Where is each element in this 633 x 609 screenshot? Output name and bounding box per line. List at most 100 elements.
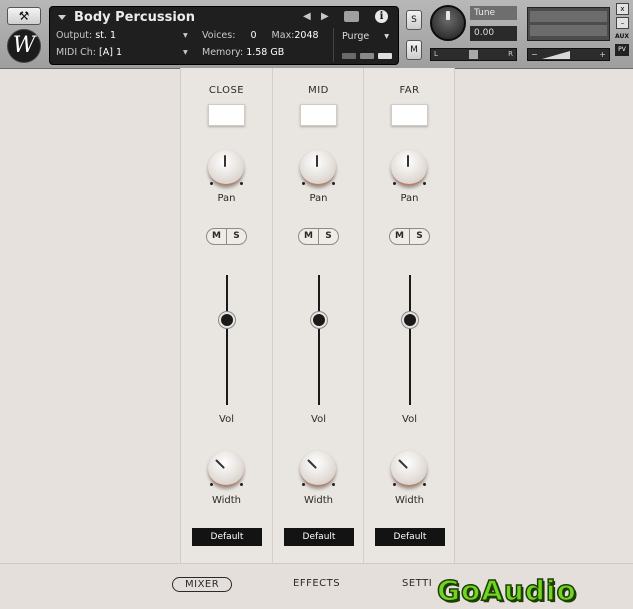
level-meter-right	[530, 25, 607, 36]
snapshot-camera-icon[interactable]	[344, 11, 359, 22]
collapse-arrow-icon[interactable]	[58, 15, 66, 20]
knob-min-dot	[302, 182, 305, 185]
tune-knob[interactable]	[430, 5, 466, 41]
knob-max-dot	[240, 483, 243, 486]
mute-solo-toggle: M S	[389, 228, 430, 245]
volume-fader-handle[interactable]	[221, 314, 233, 326]
instrument-volume-slider[interactable]: − +	[527, 48, 610, 61]
preset-selector[interactable]: Default	[192, 528, 262, 546]
volume-fader-handle[interactable]	[404, 314, 416, 326]
knob-max-dot	[332, 182, 335, 185]
channel-title: FAR	[399, 85, 420, 96]
minimize-button[interactable]: –	[616, 17, 629, 29]
mixer-channel-mid: MID Pan M S Vol Width Default	[272, 68, 364, 563]
midi-value: [A] 1	[99, 47, 123, 58]
output-dropdown-icon[interactable]: ▾	[183, 30, 188, 41]
midi-label: MIDI Ch:	[56, 47, 96, 58]
next-instrument-icon[interactable]: ▶	[321, 11, 329, 22]
width-label: Width	[394, 495, 425, 506]
pan-knob[interactable]	[391, 150, 427, 186]
info-icon[interactable]: i	[375, 10, 388, 23]
pan-label: Pan	[217, 193, 236, 204]
pan-knob[interactable]	[300, 150, 336, 186]
goaudio-watermark: GoAudio	[436, 574, 577, 607]
prev-instrument-icon[interactable]: ◀	[303, 11, 311, 22]
preset-selector[interactable]: Default	[284, 528, 354, 546]
pan-right-label: R	[508, 50, 513, 58]
width-knob[interactable]	[300, 451, 336, 487]
memory-label: Memory:	[202, 47, 244, 58]
preset-selector[interactable]: Default	[375, 528, 445, 546]
pan-knob[interactable]	[208, 150, 244, 186]
channel-mute-button[interactable]: M	[390, 229, 410, 244]
voices-label: Voices:	[202, 30, 236, 41]
knob-max-dot	[240, 182, 243, 185]
max-value[interactable]: 2048	[294, 30, 318, 41]
purge-label: Purge	[342, 31, 370, 42]
pan-slider-handle[interactable]	[469, 50, 478, 59]
solo-button[interactable]: S	[406, 10, 422, 30]
channel-title: CLOSE	[208, 85, 245, 96]
tab-mixer[interactable]: MIXER	[172, 577, 233, 592]
vol-minus-label: −	[531, 50, 538, 59]
instrument-info-panel: Body Percussion ◀ ▶ i Output: st. 1 ▾ MI…	[49, 6, 399, 65]
aux-button[interactable]: AUX	[615, 33, 629, 40]
purge-meter	[360, 53, 374, 59]
divider	[333, 28, 334, 62]
vol-label: Vol	[402, 414, 417, 425]
vol-plus-label: +	[599, 50, 606, 59]
instrument-name: Body Percussion	[74, 10, 195, 25]
output-label: Output:	[56, 30, 93, 41]
pan-label: Pan	[400, 193, 419, 204]
width-knob[interactable]	[208, 451, 244, 487]
volume-fader-track[interactable]	[409, 275, 411, 405]
purge-meter	[342, 53, 356, 59]
knob-max-dot	[332, 483, 335, 486]
level-meter	[527, 7, 610, 41]
wrench-icon[interactable]: ⚒	[7, 7, 41, 25]
purge-dropdown-icon: ▾	[384, 31, 390, 42]
volume-fader-handle[interactable]	[313, 314, 325, 326]
purge-button[interactable]: Purge ▾	[342, 31, 389, 42]
mixer-panel: CLOSE Pan M S Vol Width Default MID Pan …	[180, 68, 455, 563]
memory-value: 1.58 GB	[246, 47, 285, 58]
width-knob[interactable]	[391, 451, 427, 487]
knob-min-dot	[210, 483, 213, 486]
channel-name-field[interactable]	[300, 104, 337, 126]
midi-dropdown-icon[interactable]: ▾	[183, 47, 188, 58]
mute-button[interactable]: M	[406, 40, 422, 60]
width-label: Width	[211, 495, 242, 506]
width-label: Width	[303, 495, 334, 506]
output-selector[interactable]: Output: st. 1	[56, 30, 116, 41]
midi-channel-selector[interactable]: MIDI Ch: [A] 1	[56, 47, 122, 58]
output-value: st. 1	[95, 30, 116, 41]
pan-label: Pan	[309, 193, 328, 204]
volume-fader-track[interactable]	[318, 275, 320, 405]
tune-value[interactable]: 0.00	[470, 26, 517, 41]
knob-min-dot	[393, 182, 396, 185]
channel-mute-button[interactable]: M	[299, 229, 319, 244]
voices-value: 0	[250, 30, 257, 41]
instrument-logo[interactable]: W	[7, 29, 41, 63]
knob-min-dot	[302, 483, 305, 486]
channel-title: MID	[308, 85, 329, 96]
channel-solo-button[interactable]: S	[227, 229, 246, 244]
vol-label: Vol	[311, 414, 326, 425]
mixer-channel-far: FAR Pan M S Vol Width Default	[363, 68, 455, 563]
channel-name-field[interactable]	[208, 104, 245, 126]
channel-mute-button[interactable]: M	[207, 229, 227, 244]
knob-min-dot	[210, 182, 213, 185]
channel-solo-button[interactable]: S	[319, 229, 338, 244]
knob-max-dot	[423, 483, 426, 486]
memory-readout: Memory: 1.58 GB	[202, 47, 284, 58]
tab-settings[interactable]: SETTI	[402, 578, 432, 589]
instrument-pan-slider[interactable]: L R	[430, 48, 517, 61]
channel-name-field[interactable]	[391, 104, 428, 126]
volume-fader-track[interactable]	[226, 275, 228, 405]
level-meter-left	[530, 11, 607, 22]
close-button[interactable]: x	[616, 3, 629, 15]
tab-effects[interactable]: EFFECTS	[293, 578, 340, 589]
max-label: Max:	[271, 30, 295, 41]
pv-button[interactable]: PV	[615, 44, 629, 56]
channel-solo-button[interactable]: S	[410, 229, 429, 244]
